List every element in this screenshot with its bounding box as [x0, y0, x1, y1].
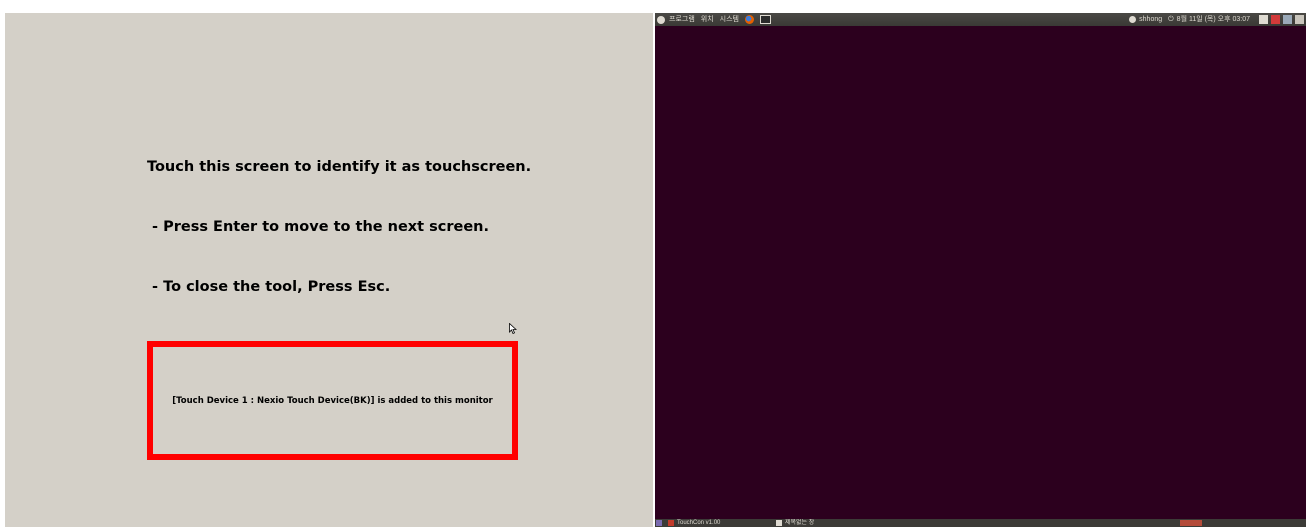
show-desktop-icon[interactable] — [656, 520, 662, 526]
mouse-pointer-icon — [509, 323, 517, 334]
bottom-panel: TouchCon v1.00 제목없는 창 — [655, 519, 1306, 527]
workspace-switcher[interactable] — [1180, 520, 1202, 526]
taskbar-item-untitled[interactable]: 제목없는 창 — [775, 519, 885, 527]
update-icon[interactable] — [1283, 15, 1292, 24]
instruction-text: Touch this screen to identify it as touc… — [147, 117, 531, 337]
instruction-line: - Press Enter to move to the next screen… — [147, 219, 490, 235]
volume-icon[interactable] — [1295, 15, 1304, 24]
firefox-icon[interactable] — [744, 15, 754, 24]
app-icon — [668, 520, 674, 526]
ubuntu-desktop[interactable]: 프로그램 위치 시스템 shhong ⏻ 8월 11일 (목) 오후 03:07… — [655, 13, 1306, 527]
menu-applications[interactable]: 프로그램 — [669, 13, 695, 26]
clock[interactable]: 8월 11일 (목) 오후 03:07 — [1177, 13, 1250, 26]
window-icon — [776, 520, 782, 526]
menu-system[interactable]: 시스템 — [720, 13, 739, 26]
terminal-icon[interactable] — [759, 15, 771, 24]
taskbar-item-touchcon[interactable]: TouchCon v1.00 — [667, 519, 777, 527]
power-icon[interactable]: ⏻ — [1168, 13, 1174, 26]
instruction-line: - To close the tool, Press Esc. — [147, 279, 391, 295]
device-message: [Touch Device 1 : Nexio Touch Device(BK)… — [172, 395, 493, 406]
taskbar-item-label: TouchCon v1.00 — [677, 520, 721, 526]
device-detected-box: [Touch Device 1 : Nexio Touch Device(BK)… — [147, 341, 518, 460]
calibration-screen[interactable]: Touch this screen to identify it as touc… — [5, 13, 653, 527]
ubuntu-logo-icon[interactable] — [657, 15, 665, 24]
notification-icon[interactable] — [1271, 15, 1280, 24]
network-icon[interactable] — [1259, 15, 1268, 24]
menu-places[interactable]: 위치 — [701, 13, 714, 26]
taskbar-item-label: 제목없는 창 — [785, 520, 815, 526]
instruction-line: Touch this screen to identify it as touc… — [147, 159, 532, 175]
user-icon — [1129, 16, 1137, 23]
user-name[interactable]: shhong — [1139, 13, 1162, 26]
top-panel: 프로그램 위치 시스템 shhong ⏻ 8월 11일 (목) 오후 03:07 — [655, 13, 1306, 26]
